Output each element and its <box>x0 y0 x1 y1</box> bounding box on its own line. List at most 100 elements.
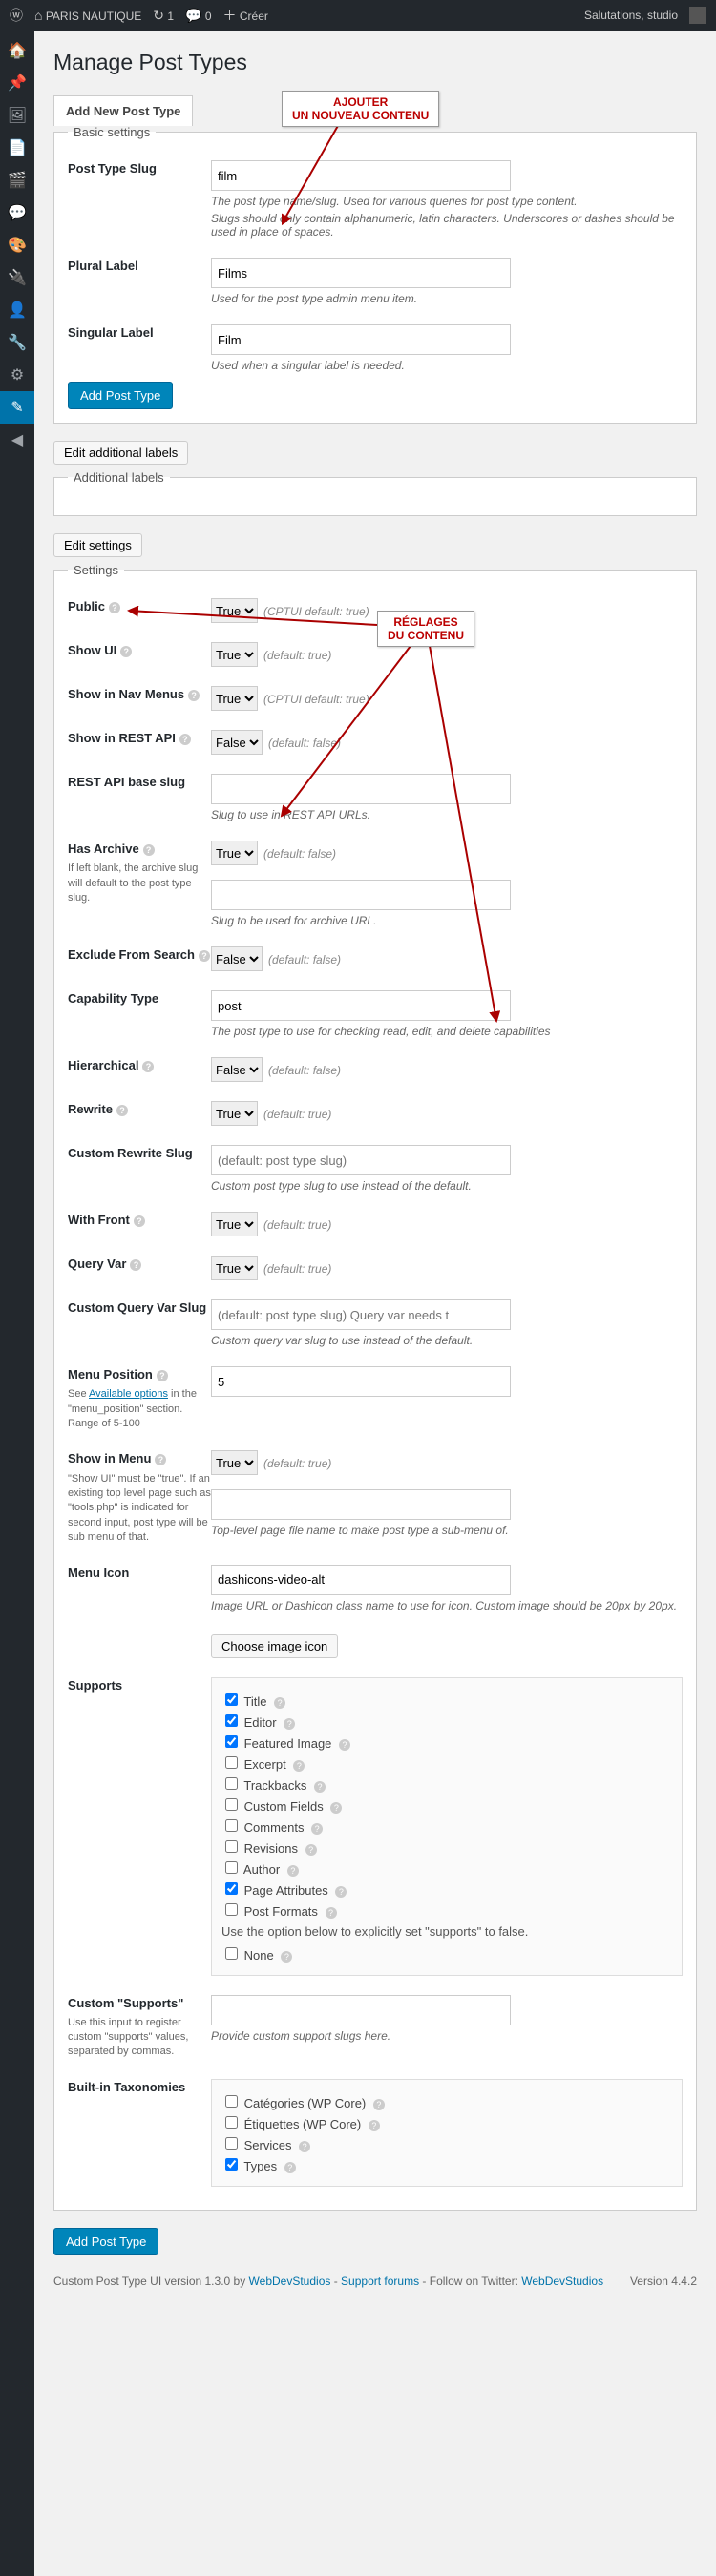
chk-title[interactable] <box>225 1693 238 1706</box>
help-icon[interactable]: ? <box>155 1454 166 1465</box>
restbase-input[interactable] <box>211 774 511 804</box>
menu-dashboard-icon[interactable]: 🏠 <box>0 34 34 67</box>
help-icon[interactable]: ? <box>130 1259 141 1271</box>
chk-excerpt[interactable] <box>225 1756 238 1769</box>
menu-media-icon[interactable]: 🖼 <box>0 99 34 132</box>
rewrite-select[interactable]: True <box>211 1101 258 1126</box>
micon-input[interactable] <box>211 1565 511 1595</box>
help-icon[interactable]: ? <box>274 1697 285 1709</box>
mpos-input[interactable] <box>211 1366 511 1397</box>
archive-label: Has Archive <box>68 841 139 856</box>
comments-icon[interactable]: 💬 0 <box>185 8 211 24</box>
help-icon[interactable]: ? <box>305 1844 317 1856</box>
edit-settings-button[interactable]: Edit settings <box>53 533 142 557</box>
cqv-input[interactable] <box>211 1299 511 1330</box>
help-icon[interactable]: ? <box>287 1865 299 1877</box>
slug-input[interactable] <box>211 160 511 191</box>
help-icon[interactable]: ? <box>284 1718 295 1730</box>
help-icon[interactable]: ? <box>311 1823 323 1835</box>
hier-select[interactable]: False <box>211 1057 263 1082</box>
help-icon[interactable]: ? <box>373 2099 385 2110</box>
menu-pos-link[interactable]: Available options <box>89 1388 168 1400</box>
site-name[interactable]: ⌂ PARIS NAUTIQUE <box>34 8 141 23</box>
help-icon[interactable]: ? <box>326 1907 337 1919</box>
new-content[interactable]: ＋ Créer <box>223 6 268 25</box>
help-icon[interactable]: ? <box>142 1061 154 1072</box>
help-icon[interactable]: ? <box>109 602 120 613</box>
menu-posts-icon[interactable]: 📌 <box>0 67 34 99</box>
help-icon[interactable]: ? <box>314 1781 326 1793</box>
help-icon[interactable]: ? <box>339 1739 350 1751</box>
exclude-select[interactable]: False <box>211 946 263 971</box>
help-icon[interactable]: ? <box>179 734 191 745</box>
wf-select[interactable]: True <box>211 1212 258 1236</box>
updates-icon[interactable]: ↻ 1 <box>153 8 174 24</box>
csup-input[interactable] <box>211 1995 511 2025</box>
chk-editor[interactable] <box>225 1714 238 1727</box>
chk-tax-services[interactable] <box>225 2137 238 2150</box>
sim-page-input[interactable] <box>211 1489 511 1520</box>
plural-label: Plural Label <box>68 258 211 275</box>
chk-tax-tags[interactable] <box>225 2116 238 2129</box>
help-icon[interactable]: ? <box>116 1105 128 1116</box>
choose-image-icon-button[interactable]: Choose image icon <box>211 1634 338 1658</box>
chk-tax-types[interactable] <box>225 2158 238 2171</box>
help-icon[interactable]: ? <box>134 1215 145 1227</box>
cap-input[interactable] <box>211 990 511 1021</box>
chk-trackbacks[interactable] <box>225 1777 238 1790</box>
menu-cpt-icon[interactable]: 🎬 <box>0 164 34 197</box>
add-post-type-button[interactable]: Add Post Type <box>68 382 173 409</box>
singular-input[interactable] <box>211 324 511 355</box>
qv-select[interactable]: True <box>211 1256 258 1280</box>
sim-select[interactable]: True <box>211 1450 258 1475</box>
menu-collapse-icon[interactable]: ◀ <box>0 424 34 456</box>
chk-author[interactable] <box>225 1861 238 1874</box>
help-icon[interactable]: ? <box>281 1951 292 1963</box>
wds-link[interactable]: WebDevStudios <box>249 2275 331 2288</box>
menu-comments-icon[interactable]: 💬 <box>0 197 34 229</box>
menu-cptui-icon[interactable]: ✎ <box>0 391 34 424</box>
greeting[interactable]: Salutations, studio <box>584 9 678 22</box>
avatar-icon[interactable] <box>689 7 706 24</box>
public-select[interactable]: True <box>211 598 258 623</box>
menu-pages-icon[interactable]: 📄 <box>0 132 34 164</box>
help-icon[interactable]: ? <box>120 646 132 657</box>
chk-none[interactable] <box>225 1947 238 1960</box>
wordpress-logo-icon[interactable]: ⓦ <box>10 6 23 25</box>
chk-post-formats[interactable] <box>225 1903 238 1916</box>
crs-input[interactable] <box>211 1145 511 1175</box>
help-icon[interactable]: ? <box>330 1802 342 1814</box>
help-icon[interactable]: ? <box>157 1370 168 1381</box>
rest-select[interactable]: False <box>211 730 263 755</box>
edit-additional-labels-button[interactable]: Edit additional labels <box>53 441 188 465</box>
help-icon[interactable]: ? <box>188 690 200 701</box>
help-icon[interactable]: ? <box>143 844 155 856</box>
plural-input[interactable] <box>211 258 511 288</box>
menu-tools-icon[interactable]: 🔧 <box>0 326 34 359</box>
help-icon[interactable]: ? <box>293 1760 305 1772</box>
showui-select[interactable]: True <box>211 642 258 667</box>
showmenus-select[interactable]: True <box>211 686 258 711</box>
archive-select[interactable]: True <box>211 841 258 865</box>
tab-add-new[interactable]: Add New Post Type <box>53 95 193 126</box>
help-icon[interactable]: ? <box>335 1886 347 1898</box>
chk-revisions[interactable] <box>225 1840 238 1853</box>
menu-users-icon[interactable]: 👤 <box>0 294 34 326</box>
help-icon[interactable]: ? <box>199 950 210 962</box>
chk-tax-categories[interactable] <box>225 2095 238 2108</box>
chk-featured[interactable] <box>225 1735 238 1748</box>
twitter-link[interactable]: WebDevStudios <box>521 2275 603 2288</box>
menu-appearance-icon[interactable]: 🎨 <box>0 229 34 261</box>
archive-slug-input[interactable] <box>211 880 511 910</box>
support-forums-link[interactable]: Support forums <box>341 2275 419 2288</box>
chk-custom-fields[interactable] <box>225 1798 238 1811</box>
menu-settings-icon[interactable]: ⚙ <box>0 359 34 391</box>
chk-page-attributes[interactable] <box>225 1882 238 1895</box>
help-icon[interactable]: ? <box>284 2162 296 2173</box>
help-icon[interactable]: ? <box>369 2120 380 2131</box>
help-icon[interactable]: ? <box>299 2141 310 2152</box>
mpos-label: Menu Position <box>68 1367 153 1381</box>
chk-comments[interactable] <box>225 1819 238 1832</box>
menu-plugins-icon[interactable]: 🔌 <box>0 261 34 294</box>
add-post-type-button-bottom[interactable]: Add Post Type <box>53 2228 158 2255</box>
